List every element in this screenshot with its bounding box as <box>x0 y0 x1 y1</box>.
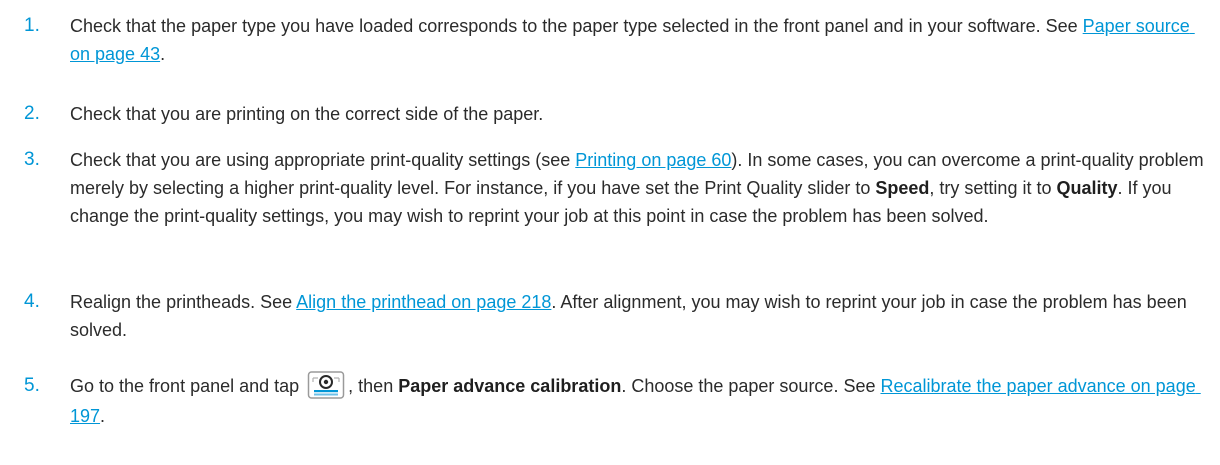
step-number: 4. <box>24 291 40 312</box>
step-number: 1. <box>24 15 40 36</box>
paper-advance-calibration-icon <box>307 370 345 400</box>
step-5-text: Go to the front panel and tap <box>70 376 305 396</box>
troubleshooting-steps-list: 1. Check that the paper type you have lo… <box>0 0 1220 465</box>
step-number: 3. <box>24 149 40 170</box>
step-text: Go to the front panel and tap , then Pap… <box>70 370 1205 430</box>
speed-setting-label: Speed <box>875 178 930 198</box>
step-number: 2. <box>24 103 40 124</box>
align-printhead-link[interactable]: Align the printhead on page 218 <box>296 292 551 312</box>
step-5-text-end: . <box>100 406 106 427</box>
step-1-text-end: . <box>160 44 166 64</box>
step-text: Check that you are using appropriate pri… <box>70 146 1205 230</box>
quality-setting-label: Quality <box>1056 178 1118 198</box>
paper-advance-calibration-label: Paper advance calibration <box>398 376 622 396</box>
step-3-text-mid2: , try setting it to <box>929 178 1057 198</box>
step-number: 5. <box>24 375 40 396</box>
printing-link[interactable]: Printing on page 60 <box>575 150 731 170</box>
step-text: Check that you are printing on the corre… <box>70 100 1205 128</box>
step-1-text: Check that the paper type you have loade… <box>70 16 1083 36</box>
step-4-text: Realign the printheads. See <box>70 292 297 312</box>
step-3-text: Check that you are using appropriate pri… <box>70 150 576 170</box>
step-2-text: Check that you are printing on the corre… <box>70 104 544 124</box>
step-text: Realign the printheads. See Align the pr… <box>70 288 1205 344</box>
step-5-text-mid2: . Choose the paper source. See <box>621 376 881 396</box>
step-5-text-mid: , then <box>348 376 399 396</box>
step-text: Check that the paper type you have loade… <box>70 12 1205 68</box>
